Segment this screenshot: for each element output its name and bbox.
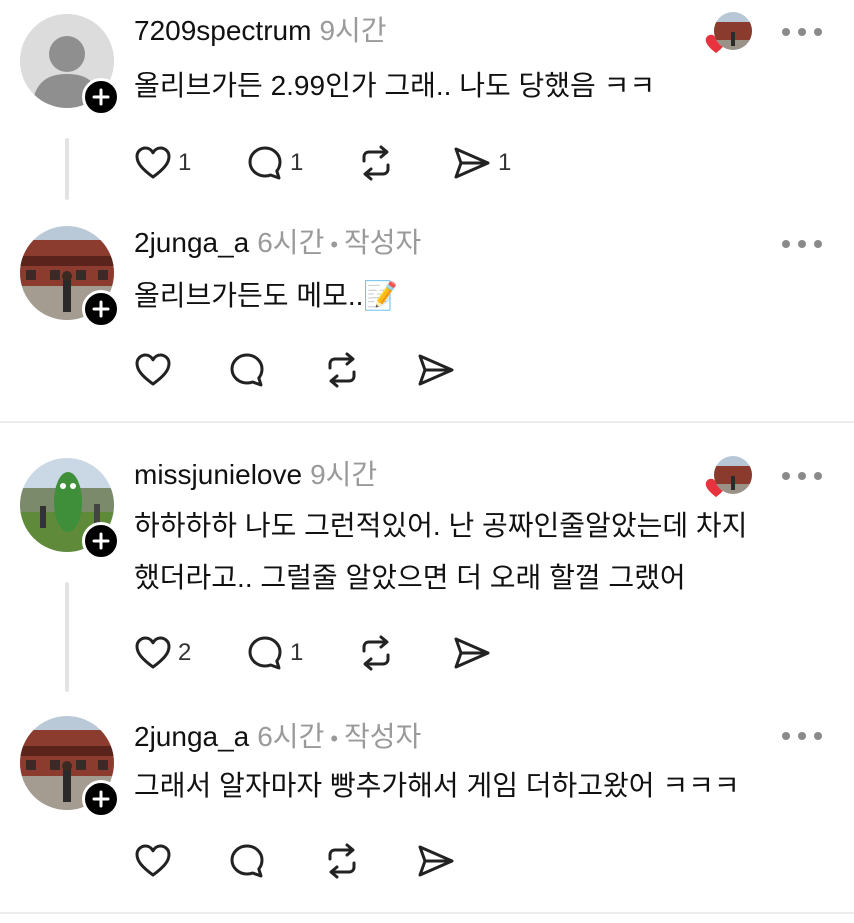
follow-button[interactable] [82, 780, 120, 818]
repost-icon [362, 635, 390, 671]
post-text-line: 하하하하 나도 그런적있어. 난 공짜인줄알았는데 차지 [134, 510, 748, 541]
heart-icon [135, 636, 171, 669]
heart-icon [135, 353, 171, 386]
like-button[interactable]: 1 [134, 143, 191, 183]
repost-icon [362, 145, 390, 181]
repost-button[interactable] [356, 143, 402, 183]
like-button[interactable]: 2 [134, 633, 191, 673]
like-button[interactable] [134, 841, 178, 881]
reply-button[interactable]: 1 [246, 143, 303, 183]
follow-button[interactable] [82, 290, 120, 328]
timestamp: 6시간 [257, 227, 325, 258]
post-text-line: 했더라고.. 그럴줄 알았으면 더 오래 할껄 그랬어 [134, 562, 686, 593]
post-text: 올리브가든 2.99인가 그래.. 나도 당했음 ㅋㅋ [134, 60, 655, 112]
follow-button[interactable] [82, 522, 120, 560]
share-button[interactable] [416, 350, 462, 390]
plus-icon [92, 790, 110, 808]
heart-icon [135, 146, 171, 179]
post-text-line: 올리브가든도 메모..📝 [134, 280, 399, 311]
comment-icon [248, 636, 282, 670]
username[interactable]: 2junga_a [134, 721, 249, 752]
author-badge: 작성자 [344, 721, 422, 752]
author-avatar-mini [714, 12, 752, 50]
more-icon[interactable] [782, 729, 822, 743]
send-icon [454, 637, 490, 669]
plus-icon [92, 532, 110, 550]
plus-icon [92, 300, 110, 318]
repost-icon [328, 352, 356, 388]
username[interactable]: 2junga_a [134, 227, 249, 258]
post-text-line: 그래서 알자마자 빵추가해서 게임 더하고왔어 ㅋㅋㅋ [134, 770, 740, 801]
more-icon[interactable] [782, 469, 822, 483]
username[interactable]: missjunielove [134, 459, 302, 490]
like-button[interactable] [134, 350, 178, 390]
post-text: 그래서 알자마자 빵추가해서 게임 더하고왔어 ㅋㅋㅋ [134, 760, 740, 812]
timestamp: 6시간 [257, 721, 325, 752]
more-icon[interactable] [782, 237, 822, 251]
post-header: missjunielove 9시간 [134, 458, 377, 492]
share-button[interactable] [452, 633, 498, 673]
send-icon [418, 845, 454, 877]
share-button[interactable]: 1 [452, 143, 511, 183]
thread-line [65, 138, 69, 200]
heart-icon [135, 844, 171, 877]
reply-count: 1 [290, 639, 304, 666]
send-icon [418, 354, 454, 386]
separator-dot: • [330, 232, 339, 257]
post-header: 2junga_a 6시간 • 작성자 [134, 226, 421, 262]
repost-button[interactable] [322, 841, 368, 881]
send-icon [454, 147, 490, 179]
timestamp: 9시간 [319, 15, 387, 46]
post-text: 올리브가든도 메모..📝 [134, 270, 398, 322]
thread-divider [0, 421, 854, 423]
thread-line [65, 582, 69, 692]
reply-button[interactable] [228, 841, 272, 881]
separator-dot: • [330, 726, 339, 751]
more-icon[interactable] [782, 25, 822, 39]
username[interactable]: 7209spectrum [134, 15, 311, 46]
repost-icon [328, 843, 356, 879]
thread-divider [0, 912, 854, 914]
author-avatar-mini [714, 456, 752, 494]
post-text-line: 올리브가든 2.99인가 그래.. 나도 당했음 ㅋㅋ [134, 70, 656, 101]
post-text: 하하하하 나도 그런적있어. 난 공짜인줄알았는데 차지 했더라고.. 그럴줄 … [134, 500, 747, 604]
plus-icon [92, 88, 110, 106]
author-badge: 작성자 [344, 227, 422, 258]
comment-icon [230, 844, 264, 878]
reply-button[interactable] [228, 350, 272, 390]
comment-icon [248, 146, 282, 180]
follow-button[interactable] [82, 78, 120, 116]
timestamp: 9시간 [310, 459, 378, 490]
like-count: 2 [178, 639, 192, 666]
share-count: 1 [498, 149, 512, 176]
repost-button[interactable] [322, 350, 368, 390]
reply-button[interactable]: 1 [246, 633, 303, 673]
share-button[interactable] [416, 841, 462, 881]
reply-count: 1 [290, 149, 304, 176]
like-count: 1 [178, 149, 192, 176]
post-header: 2junga_a 6시간 • 작성자 [134, 720, 421, 756]
post-header: 7209spectrum 9시간 [134, 14, 387, 48]
repost-button[interactable] [356, 633, 402, 673]
comment-icon [230, 353, 264, 387]
